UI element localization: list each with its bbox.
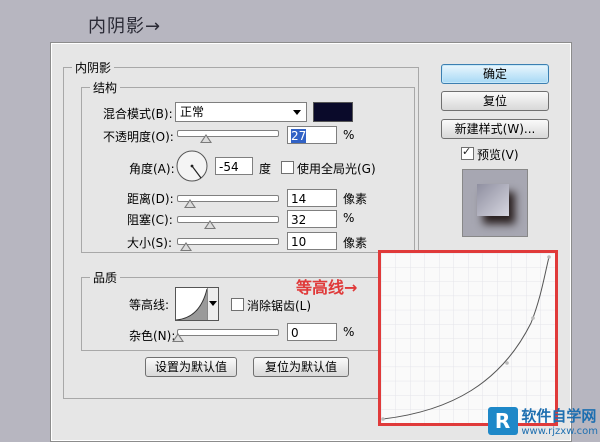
site-watermark: R 软件自学网 www.rjzxw.com xyxy=(487,405,598,437)
choke-value: 32 xyxy=(291,213,307,227)
contour-picker[interactable] xyxy=(175,287,219,321)
preview-checkbox[interactable] xyxy=(461,145,474,160)
blend-mode-label: 混合模式(B): xyxy=(103,107,173,121)
inner-shadow-legend: 内阴影 xyxy=(75,61,112,75)
new-style-button[interactable]: 新建样式(W)... xyxy=(441,119,549,139)
chevron-down-icon xyxy=(293,110,301,115)
style-preview-thumbnail xyxy=(462,169,528,237)
watermark-name: 软件自学网 www.rjzxw.com xyxy=(521,405,598,437)
size-unit: 像素 xyxy=(343,236,368,250)
antialias-checkbox[interactable] xyxy=(231,298,244,311)
watermark-url: www.rjzxw.com xyxy=(521,426,598,437)
blend-mode-value: 正常 xyxy=(180,105,205,119)
distance-slider[interactable] xyxy=(177,195,279,208)
size-slider-thumb[interactable] xyxy=(180,242,192,251)
contour-curve-graph xyxy=(381,253,555,423)
global-light-checkbox[interactable] xyxy=(281,161,294,174)
global-light-label[interactable]: 使用全局光(G) xyxy=(297,160,376,177)
size-input[interactable]: 10 xyxy=(287,232,337,250)
preview-label[interactable]: 预览(V) xyxy=(477,146,519,163)
choke-input[interactable]: 32 xyxy=(287,210,337,228)
choke-slider[interactable] xyxy=(177,216,279,229)
size-slider[interactable] xyxy=(177,238,279,251)
distance-slider-thumb[interactable] xyxy=(184,199,196,208)
choke-unit: % xyxy=(343,211,355,225)
quality-legend: 品质 xyxy=(93,271,118,285)
opacity-unit: % xyxy=(343,128,355,142)
angle-label: 角度(A): xyxy=(129,162,175,176)
angle-input[interactable]: -54 xyxy=(215,157,253,175)
size-label: 大小(S): xyxy=(127,236,173,250)
noise-unit: % xyxy=(343,325,355,339)
contour-annotation: 等高线→ xyxy=(296,278,358,297)
noise-label: 杂色(N): xyxy=(129,329,176,343)
choke-label: 阻塞(C): xyxy=(127,213,173,227)
angle-value: -54 xyxy=(219,160,239,174)
preview-square xyxy=(477,184,509,216)
reset-button[interactable]: 复位 xyxy=(441,91,549,111)
angle-dial-icon xyxy=(176,150,208,182)
ok-button[interactable]: 确定 xyxy=(441,64,549,84)
distance-label: 距离(D): xyxy=(127,192,174,206)
noise-value: 0 xyxy=(291,326,299,340)
contour-dropdown-caret[interactable] xyxy=(207,288,218,320)
reset-default-button[interactable]: 复位为默认值 xyxy=(253,357,349,377)
noise-slider[interactable] xyxy=(172,329,279,342)
opacity-label: 不透明度(O): xyxy=(103,130,174,144)
opacity-value: 27 xyxy=(291,129,307,143)
make-default-button[interactable]: 设置为默认值 xyxy=(145,357,237,377)
distance-input[interactable]: 14 xyxy=(287,189,337,207)
contour-curve-preview xyxy=(378,250,558,426)
distance-unit: 像素 xyxy=(343,192,368,206)
angle-dial[interactable] xyxy=(175,149,209,183)
page-title: 内阴影→ xyxy=(88,16,162,37)
noise-input[interactable]: 0 xyxy=(287,323,337,341)
contour-curve-icon xyxy=(175,288,208,321)
opacity-slider-thumb[interactable] xyxy=(200,134,212,143)
shadow-color-swatch[interactable] xyxy=(313,102,353,122)
watermark-title: 软件自学网 xyxy=(521,407,597,425)
chevron-down-icon xyxy=(209,301,217,306)
structure-legend: 结构 xyxy=(93,81,118,95)
choke-slider-thumb[interactable] xyxy=(204,220,216,229)
blend-mode-select[interactable]: 正常 xyxy=(175,102,307,122)
size-value: 10 xyxy=(291,235,307,249)
opacity-input[interactable]: 27 xyxy=(287,126,337,144)
noise-slider-thumb[interactable] xyxy=(172,333,184,342)
contour-label: 等高线: xyxy=(129,298,170,312)
opacity-slider[interactable] xyxy=(177,130,279,143)
distance-value: 14 xyxy=(291,192,307,206)
antialias-label[interactable]: 消除锯齿(L) xyxy=(247,297,311,314)
watermark-logo: R xyxy=(487,407,518,435)
angle-unit: 度 xyxy=(259,162,272,176)
